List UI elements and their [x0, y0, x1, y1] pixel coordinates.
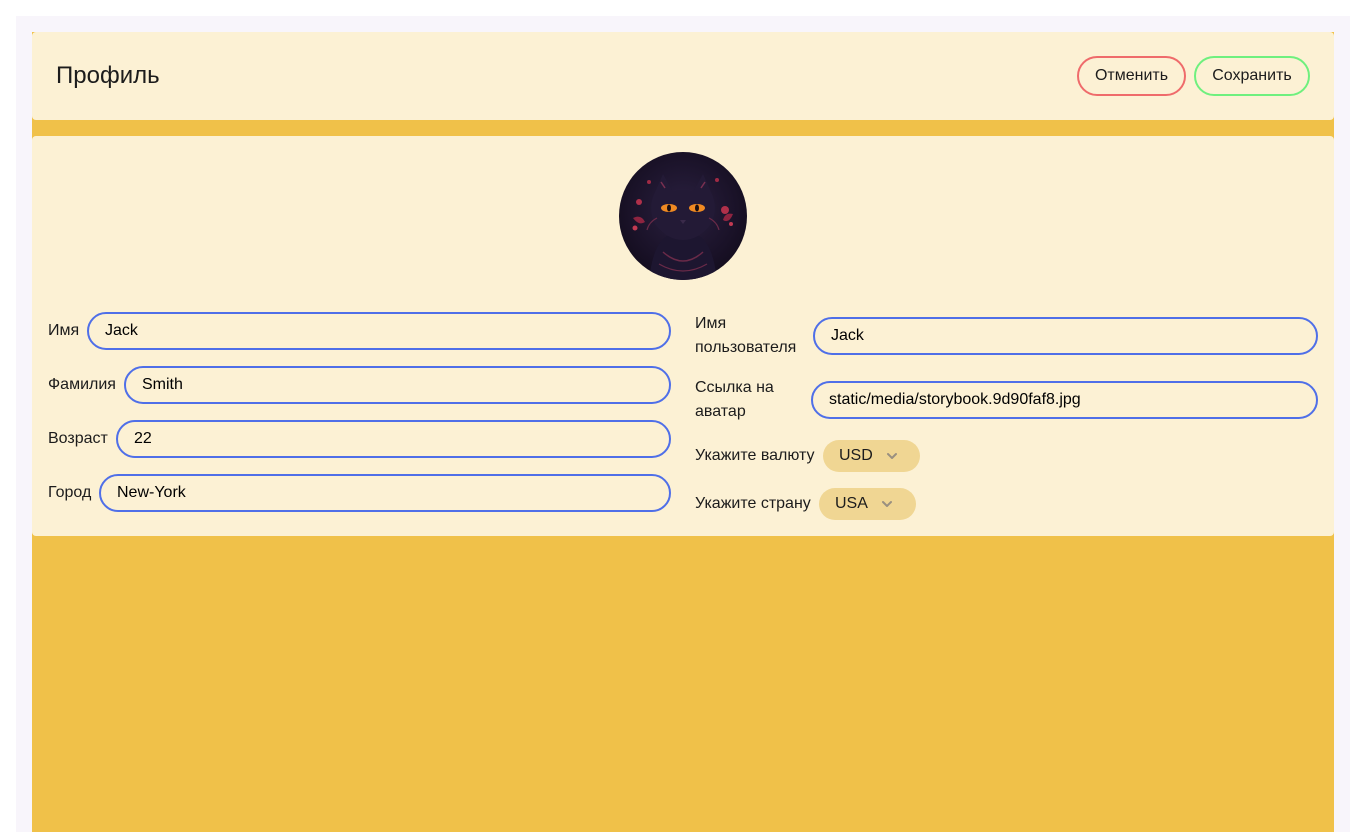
age-input[interactable] [116, 420, 671, 458]
currency-label: Укажите валюту [695, 447, 815, 464]
username-label-line2: пользователя [695, 339, 797, 356]
username-label: Имя пользователя [695, 312, 796, 360]
country-label: Укажите страну [695, 495, 811, 512]
profile-card: Имя Фамилия Возраст Город Имя пользовате… [32, 136, 1334, 536]
black-cat-avatar [619, 152, 747, 280]
first-name-label: Имя [48, 322, 80, 339]
save-button[interactable]: Сохранить [1194, 56, 1310, 96]
chevron-down-icon [885, 449, 899, 463]
avatar-link-label-line1: Ссылка на [695, 379, 774, 396]
age-label: Возраст [48, 430, 108, 447]
country-select[interactable]: USA [819, 488, 916, 520]
country-value: USA [835, 495, 868, 512]
last-name-input[interactable] [124, 366, 671, 404]
page-title: Профиль [56, 62, 160, 89]
cat-avatar-icon [619, 152, 747, 280]
currency-select[interactable]: USD [823, 440, 920, 472]
chevron-down-icon [880, 497, 894, 511]
first-name-input[interactable] [87, 312, 671, 350]
username-label-line1: Имя [695, 315, 727, 332]
avatar-link-label: Ссылка на аватар [695, 376, 774, 424]
username-input[interactable] [813, 317, 1318, 355]
profile-header: Профиль Отменить Сохранить [32, 32, 1334, 120]
avatar-link-label-line2: аватар [695, 403, 746, 420]
avatar-link-input[interactable] [811, 381, 1318, 419]
last-name-label: Фамилия [48, 376, 116, 393]
city-label: Город [48, 484, 92, 501]
city-input[interactable] [99, 474, 671, 512]
cancel-button[interactable]: Отменить [1077, 56, 1186, 96]
currency-value: USD [839, 447, 873, 464]
